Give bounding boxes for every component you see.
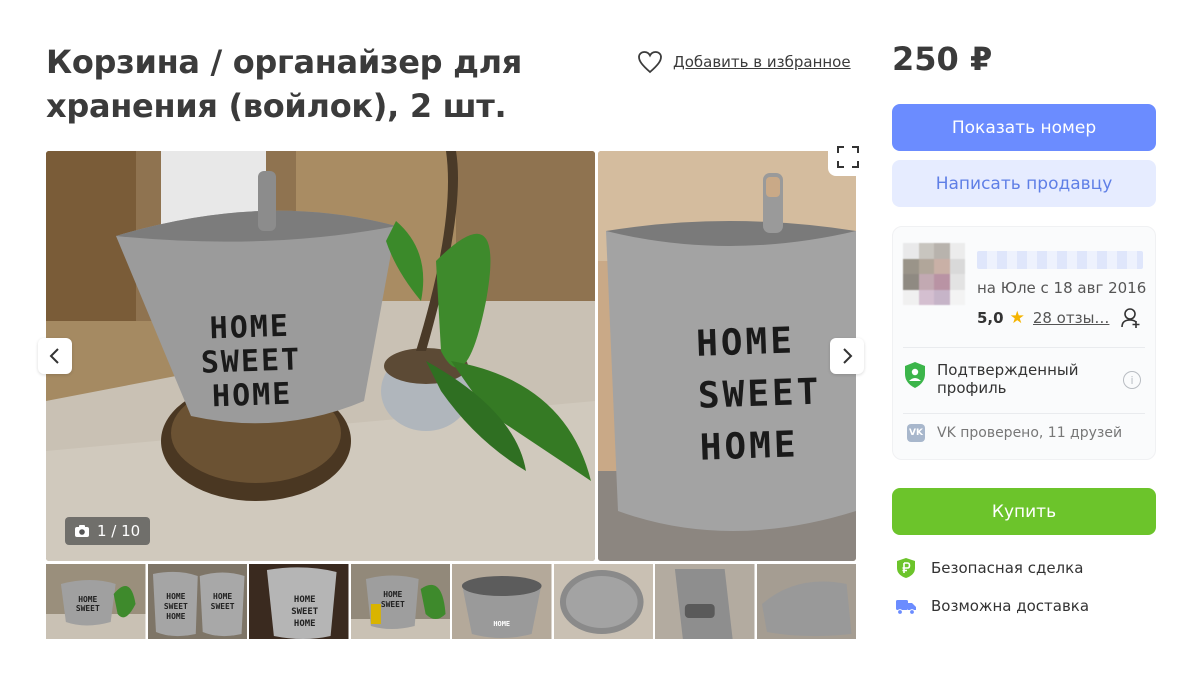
print-line-3: HOME [211, 376, 293, 415]
seller-name-hidden[interactable] [977, 251, 1143, 269]
camera-icon [75, 525, 89, 537]
thumbnail[interactable]: HOME SWEET [350, 564, 450, 639]
ruble-shield-icon [897, 558, 915, 578]
thumbnail[interactable] [553, 564, 653, 639]
next-photo-button[interactable] [830, 338, 864, 374]
seller-card: на Юле с 18 авг 2016 5,0 ★ 28 отзы… Подт… [892, 226, 1156, 460]
delivery-label: Возможна доставка [931, 597, 1090, 615]
svg-text:SWEET: SWEET [380, 600, 404, 609]
seller-rating: 5,0 ★ 28 отзы… [977, 307, 1153, 329]
thumbnail-image: HOME SWEET HOME HOME SWEET [147, 564, 247, 639]
delivery[interactable]: Возможна доставка [895, 595, 1089, 617]
rating-value: 5,0 [977, 309, 1004, 327]
verified-profile: Подтвержденный профиль [903, 361, 1147, 397]
svg-text:HOME: HOME [166, 592, 185, 601]
thumbnail-image [655, 564, 755, 639]
print-line-2: SWEET [200, 342, 302, 381]
thumbnail[interactable] [756, 564, 856, 639]
thumbnail-image: HOME SWEET HOME [249, 564, 349, 639]
fullscreen-button[interactable] [828, 138, 868, 176]
thumbnail-image [756, 564, 856, 639]
main-photo[interactable]: HOME SWEET HOME [46, 151, 595, 561]
thumbnail[interactable]: HOME SWEET HOME [249, 564, 349, 639]
info-icon[interactable]: i [1123, 371, 1141, 389]
shield-check-icon [905, 362, 925, 388]
svg-text:HOME: HOME [493, 620, 510, 628]
photo-counter-text: 1 / 10 [97, 522, 141, 540]
chevron-left-icon [49, 348, 59, 364]
safe-deal-label: Безопасная сделка [931, 559, 1084, 577]
vk-icon: VK [907, 424, 925, 442]
svg-text:HOME: HOME [213, 592, 232, 601]
print-line-2: SWEET [697, 371, 823, 417]
secondary-photo[interactable]: HOME SWEET HOME [598, 151, 856, 561]
reviews-link[interactable]: 28 отзы… [1033, 309, 1111, 327]
listing-title: Корзина / органайзер для хранения (войло… [46, 43, 523, 125]
svg-text:HOME: HOME [78, 595, 97, 604]
thumbnail-image [553, 564, 653, 639]
photo-counter: 1 / 10 [65, 517, 151, 545]
add-user-icon[interactable] [1119, 307, 1141, 329]
vk-verified: VK VK проверено, 11 друзей [907, 424, 1122, 442]
divider [903, 347, 1145, 348]
main-photo-image [46, 151, 595, 561]
safe-deal[interactable]: Безопасная сделка [895, 557, 1083, 579]
print-line-3: HOME [699, 424, 800, 469]
vk-label: VK проверено, 11 друзей [937, 425, 1123, 441]
svg-text:HOME: HOME [294, 619, 316, 629]
svg-text:SWEET: SWEET [163, 602, 187, 611]
svg-text:HOME: HOME [383, 590, 402, 599]
seller-avatar[interactable] [903, 243, 965, 305]
chevron-right-icon [843, 348, 853, 364]
thumbnail[interactable]: HOME [452, 564, 552, 639]
svg-text:HOME: HOME [166, 612, 185, 621]
verified-label: Подтвержденный профиль [937, 361, 1079, 397]
message-seller-button[interactable]: Написать продавцу [892, 160, 1156, 207]
heart-icon [638, 51, 662, 74]
svg-text:HOME: HOME [294, 595, 316, 605]
show-phone-button[interactable]: Показать номер [892, 104, 1156, 151]
thumbnail[interactable]: HOME SWEET [46, 564, 146, 639]
thumbnail-image: HOME SWEET [46, 564, 146, 639]
add-to-favorites[interactable]: Добавить в избранное [637, 50, 851, 74]
buy-button[interactable]: Купить [892, 488, 1156, 535]
truck-icon [896, 600, 916, 615]
svg-text:SWEET: SWEET [210, 602, 234, 611]
price: 250 ₽ [892, 40, 993, 78]
thumbnail-strip: HOME SWEET HOME SWEET HOME HOME SWEET HO… [46, 564, 856, 639]
favorite-label[interactable]: Добавить в избранное [673, 53, 851, 71]
seller-since: на Юле с 18 авг 2016 [977, 279, 1147, 297]
prev-photo-button[interactable] [38, 338, 72, 374]
svg-text:SWEET: SWEET [76, 604, 100, 613]
thumbnail[interactable] [655, 564, 755, 639]
divider [903, 413, 1145, 414]
star-icon: ★ [1009, 308, 1025, 328]
svg-text:SWEET: SWEET [291, 607, 318, 617]
thumbnail-image: HOME [452, 564, 552, 639]
thumbnail-image: HOME SWEET [350, 564, 450, 639]
expand-icon [837, 146, 859, 168]
thumbnail[interactable]: HOME SWEET HOME HOME SWEET [147, 564, 247, 639]
